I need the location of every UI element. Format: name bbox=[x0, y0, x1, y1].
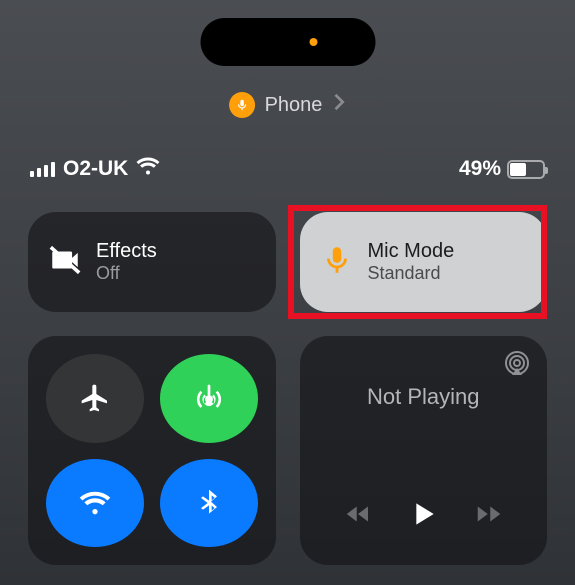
mic-mode-tile[interactable]: Mic Mode Standard bbox=[300, 212, 548, 312]
active-app-name: Phone bbox=[265, 94, 323, 117]
chevron-right-icon bbox=[332, 93, 346, 117]
media-tile[interactable]: Not Playing bbox=[300, 336, 548, 565]
wifi-icon bbox=[136, 156, 160, 182]
connectivity-tile[interactable] bbox=[28, 336, 276, 565]
mic-icon bbox=[229, 92, 255, 118]
carrier-label: O2-UK bbox=[63, 157, 128, 181]
forward-button[interactable] bbox=[474, 499, 504, 534]
wifi-button[interactable] bbox=[46, 459, 144, 548]
control-center-tiles: Effects Off Mic Mode Standard bbox=[28, 212, 547, 565]
rewind-button[interactable] bbox=[343, 499, 373, 534]
effects-tile[interactable]: Effects Off bbox=[28, 212, 276, 312]
airplane-mode-button[interactable] bbox=[46, 354, 144, 443]
battery-percentage: 49% bbox=[459, 157, 501, 181]
battery-icon bbox=[507, 160, 545, 179]
effects-title: Effects bbox=[96, 240, 157, 263]
airplay-icon[interactable] bbox=[503, 350, 531, 383]
recording-indicator-dot bbox=[309, 38, 317, 46]
mic-mode-title: Mic Mode bbox=[368, 240, 455, 263]
mic-mode-subtitle: Standard bbox=[368, 263, 455, 284]
dynamic-island[interactable] bbox=[200, 18, 375, 66]
status-bar: O2-UK 49% bbox=[0, 156, 575, 182]
active-app-indicator[interactable]: Phone bbox=[229, 92, 347, 118]
play-button[interactable] bbox=[407, 496, 439, 537]
cellular-data-button[interactable] bbox=[160, 354, 258, 443]
now-playing-label: Not Playing bbox=[320, 384, 528, 410]
cellular-signal-icon bbox=[30, 161, 55, 177]
bluetooth-button[interactable] bbox=[160, 459, 258, 548]
effects-subtitle: Off bbox=[96, 263, 157, 284]
video-off-icon bbox=[48, 243, 82, 282]
mic-icon bbox=[320, 243, 354, 282]
